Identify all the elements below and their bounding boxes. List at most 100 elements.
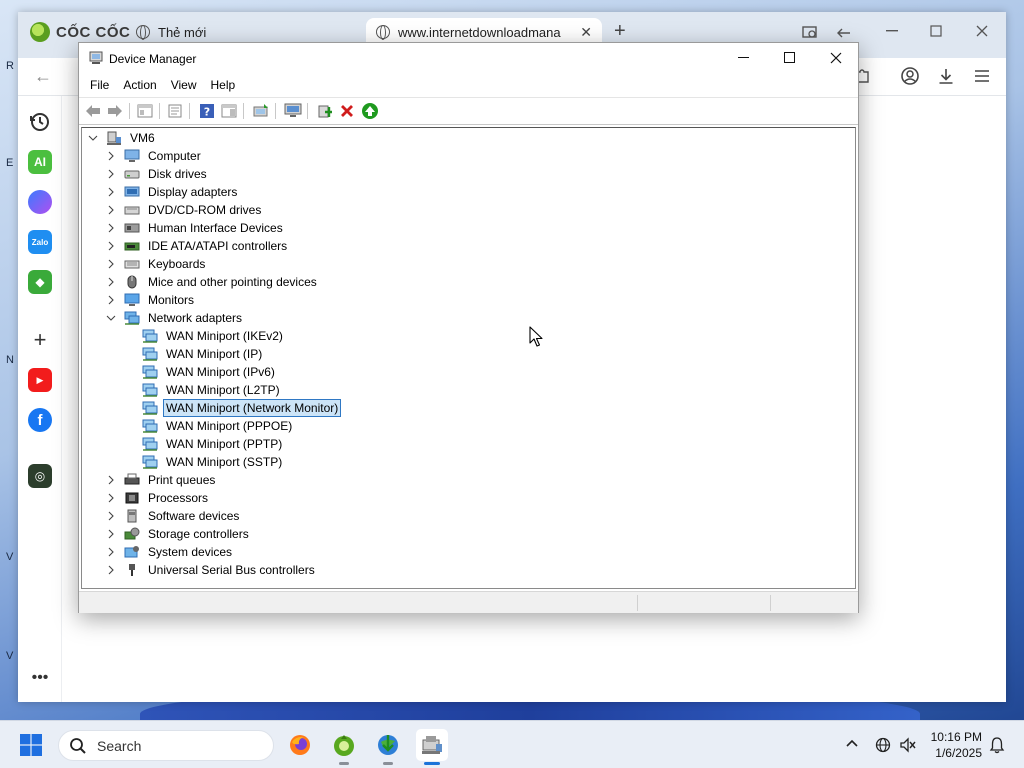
menu-view[interactable]: View — [164, 75, 204, 97]
search-screen-icon[interactable] — [802, 26, 818, 40]
expand-chevron-icon[interactable] — [106, 151, 116, 161]
add-driver-icon — [318, 105, 332, 118]
tree-category-dvd-cd-rom-drives[interactable]: DVD/CD-ROM drives — [106, 201, 263, 219]
expand-chevron-icon[interactable] — [106, 205, 116, 215]
taskbar-clock[interactable]: 10:16 PM 1/6/2025 — [926, 729, 982, 761]
youtube-icon[interactable]: ▶ — [28, 368, 52, 392]
show-hide-console-tree-button[interactable] — [135, 102, 155, 120]
tree-device-item[interactable]: WAN Miniport (IKEv2) — [142, 327, 285, 345]
properties-button[interactable] — [165, 102, 185, 120]
tree-category-storage-controllers[interactable]: Storage controllers — [106, 525, 251, 543]
tree-category-software-devices[interactable]: Software devices — [106, 507, 241, 525]
facebook-icon[interactable]: f — [28, 408, 52, 432]
windows-start-icon[interactable] — [20, 734, 42, 756]
browser-minimize-icon[interactable] — [886, 30, 898, 32]
tree-device-item[interactable]: WAN Miniport (SSTP) — [142, 453, 284, 471]
tree-device-selected[interactable]: WAN Miniport (Network Monitor) — [142, 399, 342, 417]
tree-item-label: Storage controllers — [148, 527, 249, 541]
taskbar-device-manager[interactable] — [416, 729, 448, 765]
expand-chevron-icon[interactable] — [106, 223, 116, 233]
help-button[interactable]: ? — [197, 102, 217, 120]
tree-category-ide-ata-atapi-controllers[interactable]: IDE ATA/ATAPI controllers — [106, 237, 289, 255]
tree-device-item[interactable]: WAN Miniport (PPTP) — [142, 435, 284, 453]
add-driver-button[interactable] — [315, 102, 335, 120]
history-back-icon[interactable] — [836, 26, 852, 40]
tree-category-disk-drives[interactable]: Disk drives — [106, 165, 209, 183]
help-icon: ? — [200, 104, 214, 119]
tree-category-network-adapters[interactable]: Network adapters — [106, 309, 244, 327]
show-hidden-icons-chevron-icon[interactable] — [846, 739, 858, 747]
menu-action[interactable]: Action — [116, 75, 163, 97]
tree-device-item[interactable]: WAN Miniport (PPPOE) — [142, 417, 294, 435]
tree-category-system-devices[interactable]: System devices — [106, 543, 234, 561]
ai-assistant-icon[interactable]: AI — [28, 150, 52, 174]
tree-category-display-adapters[interactable]: Display adapters — [106, 183, 239, 201]
taskbar-search-box[interactable]: Search — [58, 730, 274, 761]
properties-icon — [168, 104, 182, 118]
minimize-button[interactable] — [721, 43, 767, 73]
menu-help[interactable]: Help — [204, 75, 243, 97]
expand-chevron-icon[interactable] — [106, 529, 116, 539]
maximize-button[interactable] — [767, 43, 813, 73]
browser-close-icon[interactable] — [976, 25, 988, 37]
new-tab-button[interactable]: + — [614, 20, 626, 43]
expand-chevron-icon[interactable] — [106, 565, 116, 575]
tree-category-print-queues[interactable]: Print queues — [106, 471, 217, 489]
expand-chevron-icon[interactable] — [106, 493, 116, 503]
title-bar[interactable]: Device Manager — [79, 43, 858, 75]
more-icon[interactable]: ••• — [28, 666, 52, 690]
history-icon[interactable] — [28, 110, 52, 134]
menu-file[interactable]: File — [83, 75, 116, 97]
tree-category-computer[interactable]: Computer — [106, 147, 203, 165]
network-globe-icon[interactable] — [875, 737, 891, 753]
tree-category-monitors[interactable]: Monitors — [106, 291, 196, 309]
tree-category-keyboards[interactable]: Keyboards — [106, 255, 207, 273]
expand-chevron-icon[interactable] — [106, 277, 116, 287]
clock-time: 10:16 PM — [930, 730, 982, 744]
running-indicator — [383, 762, 393, 765]
volume-muted-icon[interactable] — [899, 737, 917, 753]
expand-chevron-icon[interactable] — [106, 475, 116, 485]
expand-chevron-icon[interactable] — [106, 295, 116, 305]
expand-chevron-icon[interactable] — [106, 241, 116, 251]
forward-button[interactable] — [105, 102, 125, 120]
close-button[interactable] — [813, 43, 859, 73]
uninstall-device-button[interactable] — [337, 102, 357, 120]
tree-category-processors[interactable]: Processors — [106, 489, 210, 507]
collapse-chevron-icon[interactable] — [106, 313, 116, 323]
menu-icon[interactable] — [972, 66, 992, 86]
tab-close-icon[interactable]: ✕ — [580, 24, 592, 41]
notification-bell-icon[interactable] — [989, 736, 1005, 754]
taskbar-internet-download-manager[interactable] — [372, 729, 404, 765]
collapse-chevron-icon[interactable] — [88, 133, 98, 143]
messenger-icon[interactable] — [28, 190, 52, 214]
tree-device-item[interactable]: WAN Miniport (IP) — [142, 345, 264, 363]
tree-category-universal-serial-bus-controllers[interactable]: Universal Serial Bus controllers — [106, 561, 317, 579]
taskbar-coccoc[interactable] — [328, 729, 360, 765]
profile-icon[interactable] — [900, 66, 920, 86]
scan-hardware-button[interactable] — [283, 102, 303, 120]
expand-chevron-icon[interactable] — [106, 511, 116, 521]
browser-logo[interactable]: CỐC CỐC — [30, 22, 130, 42]
download-icon[interactable] — [936, 66, 956, 86]
zalo-icon[interactable]: Zalo — [28, 230, 52, 254]
taskbar-firefox[interactable] — [284, 729, 316, 761]
game-controller-icon[interactable]: ◆ — [28, 270, 52, 294]
tree-device-item[interactable]: WAN Miniport (IPv6) — [142, 363, 277, 381]
expand-chevron-icon[interactable] — [106, 547, 116, 557]
tree-category-mice-and-other-pointing-devices[interactable]: Mice and other pointing devices — [106, 273, 319, 291]
browser-maximize-icon[interactable] — [930, 25, 942, 37]
back-button[interactable] — [83, 102, 103, 120]
action-pane-button[interactable] — [219, 102, 239, 120]
enable-device-button[interactable] — [360, 102, 380, 120]
expand-chevron-icon[interactable] — [106, 187, 116, 197]
tree-device-item[interactable]: WAN Miniport (L2TP) — [142, 381, 282, 399]
tree-root[interactable]: VM6 — [88, 129, 157, 147]
coccoc-2024-icon[interactable]: ◎ — [28, 464, 52, 488]
back-arrow-icon[interactable]: ← — [34, 66, 52, 87]
expand-chevron-icon[interactable] — [106, 259, 116, 269]
tree-category-human-interface-devices[interactable]: Human Interface Devices — [106, 219, 285, 237]
add-shortcut-icon[interactable]: + — [28, 327, 52, 352]
expand-chevron-icon[interactable] — [106, 169, 116, 179]
update-driver-button[interactable] — [251, 102, 271, 120]
